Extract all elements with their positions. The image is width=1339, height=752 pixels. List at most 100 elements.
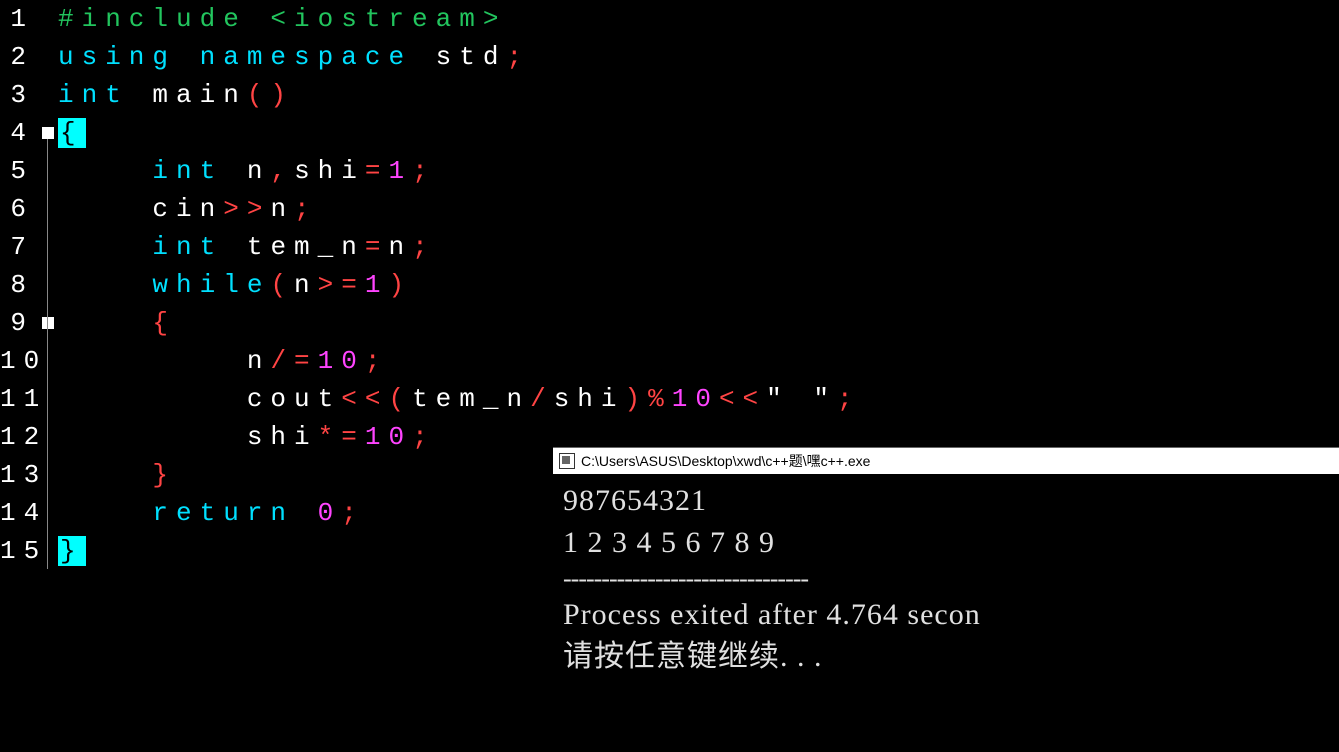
code-token: 0 [318, 498, 342, 528]
line-number: 3 [0, 76, 34, 114]
code-token: n [58, 346, 270, 376]
line-number: 6 [0, 190, 34, 228]
code-token: tem_n [412, 384, 530, 414]
code-token [294, 498, 318, 528]
code-token [58, 156, 152, 186]
code-line[interactable]: cout<<(tem_n/shi)%10<<" "; [58, 380, 1339, 418]
code-line[interactable]: #include <iostream> [58, 0, 1339, 38]
code-token: { [152, 308, 176, 338]
line-number-gutter: 123456789101112131415 [0, 0, 40, 570]
code-token: int [152, 156, 223, 186]
code-token: n [388, 232, 412, 262]
code-token: () [247, 80, 294, 110]
code-token: shi [294, 156, 365, 186]
code-token: " " [766, 384, 837, 414]
code-token: std [412, 42, 506, 72]
code-token: ; [365, 346, 389, 376]
code-token: >> [223, 194, 270, 224]
code-token: 10 [365, 422, 412, 452]
console-line: Process exited after 4.764 secon [563, 594, 1329, 636]
code-token: cin [58, 194, 223, 224]
code-token: namespace [200, 42, 412, 72]
code-token: *= [318, 422, 365, 452]
code-token: while [152, 270, 270, 300]
code-token: shi [554, 384, 625, 414]
code-token: cout [58, 384, 341, 414]
code-token: n [223, 156, 270, 186]
code-token: ; [506, 42, 530, 72]
line-number: 5 [0, 152, 34, 190]
code-token: int [152, 232, 223, 262]
code-token: % [648, 384, 672, 414]
console-title: C:\Users\ASUS\Desktop\xwd\c++题\嘿c++.exe [581, 451, 870, 471]
code-token: n [294, 270, 318, 300]
code-token: shi [58, 422, 318, 452]
code-token: /= [270, 346, 317, 376]
code-line[interactable]: cin>>n; [58, 190, 1339, 228]
console-window: C:\Users\ASUS\Desktop\xwd\c++题\嘿c++.exe … [553, 447, 1339, 684]
code-token: ; [837, 384, 861, 414]
code-token: ; [341, 498, 365, 528]
line-number: 2 [0, 38, 34, 76]
code-token: 10 [318, 346, 365, 376]
console-line: 987654321 [563, 480, 1329, 522]
line-number: 7 [0, 228, 34, 266]
code-line[interactable]: while(n>=1) [58, 266, 1339, 304]
code-line[interactable]: n/=10; [58, 342, 1339, 380]
code-token: } [58, 536, 86, 566]
console-app-icon [559, 453, 575, 469]
code-line[interactable]: int main() [58, 76, 1339, 114]
code-token: ( [270, 270, 294, 300]
code-token: 1 [388, 156, 412, 186]
code-token: } [152, 460, 176, 490]
code-token: / [530, 384, 554, 414]
code-line[interactable]: { [58, 114, 1339, 152]
code-token: >= [318, 270, 365, 300]
code-token: ( [388, 384, 412, 414]
code-token: 10 [672, 384, 719, 414]
code-token: int [58, 80, 129, 110]
line-number: 15 [0, 532, 34, 570]
code-token: ) [625, 384, 649, 414]
code-token: ; [412, 156, 436, 186]
code-token: << [719, 384, 766, 414]
code-token [58, 232, 152, 262]
code-token: return [152, 498, 294, 528]
code-token: 1 [365, 270, 389, 300]
fold-marker-icon[interactable] [42, 127, 54, 139]
console-divider: -------------------------------- [563, 564, 1329, 594]
line-number: 12 [0, 418, 34, 456]
code-token [58, 270, 152, 300]
fold-column [40, 0, 58, 570]
code-token: using [58, 42, 176, 72]
line-number: 10 [0, 342, 34, 380]
code-line[interactable]: int n,shi=1; [58, 152, 1339, 190]
line-number: 1 [0, 0, 34, 38]
line-number: 13 [0, 456, 34, 494]
code-token: main [129, 80, 247, 110]
code-token: = [365, 232, 389, 262]
line-number: 11 [0, 380, 34, 418]
code-line[interactable]: { [58, 304, 1339, 342]
console-line: 请按任意键继续. . . [563, 636, 1329, 678]
console-line: 1 2 3 4 5 6 7 8 9 [563, 522, 1329, 564]
code-token [58, 498, 152, 528]
code-token: << [341, 384, 388, 414]
code-line[interactable]: int tem_n=n; [58, 228, 1339, 266]
code-token [58, 308, 152, 338]
code-token: ; [412, 232, 436, 262]
code-token: ; [412, 422, 436, 452]
code-line[interactable]: using namespace std; [58, 38, 1339, 76]
console-titlebar[interactable]: C:\Users\ASUS\Desktop\xwd\c++题\嘿c++.exe [553, 448, 1339, 474]
console-output[interactable]: 987654321 1 2 3 4 5 6 7 8 9 ------------… [553, 474, 1339, 684]
code-token: ) [388, 270, 412, 300]
code-token: = [365, 156, 389, 186]
line-number: 14 [0, 494, 34, 532]
code-token: n [270, 194, 294, 224]
code-token [58, 460, 152, 490]
code-token: { [58, 118, 86, 148]
line-number: 9 [0, 304, 34, 342]
fold-marker-icon[interactable] [42, 317, 54, 329]
code-token: ; [294, 194, 318, 224]
code-token: #include <iostream> [58, 4, 506, 34]
